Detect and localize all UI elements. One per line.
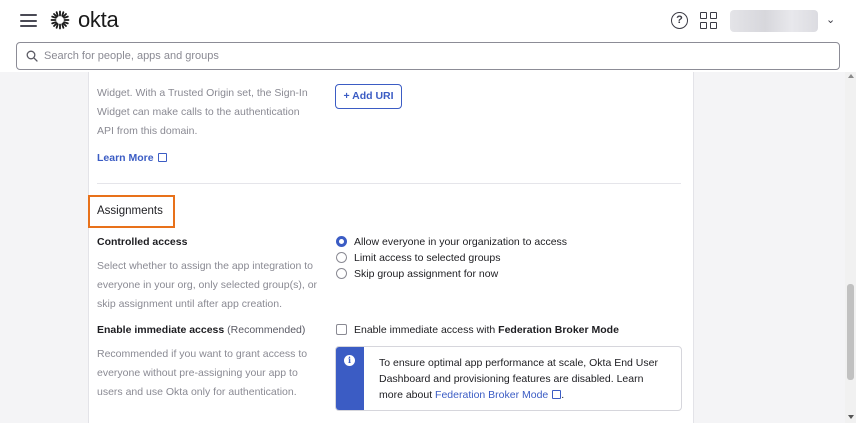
callout-message: To ensure optimal app performance at sca…: [379, 355, 669, 403]
section-divider: [97, 183, 681, 184]
immediate-access-label: Enable immediate access (Recommended): [97, 324, 305, 336]
callout-accent-bar: i: [336, 347, 364, 410]
recommended-tag: (Recommended): [227, 324, 306, 336]
scroll-down-arrow-icon[interactable]: [848, 415, 854, 419]
search-bar: [16, 42, 840, 70]
search-icon: [26, 50, 38, 62]
immediate-access-description: Recommended if you want to grant access …: [97, 348, 308, 398]
scroll-up-arrow-icon[interactable]: [848, 74, 854, 78]
federation-broker-mode-link[interactable]: Federation Broker Mode: [435, 389, 548, 401]
search-input[interactable]: [44, 46, 824, 66]
top-bar: okta ? ⌄: [0, 0, 856, 40]
apps-grid-icon[interactable]: [700, 12, 717, 29]
info-callout: i To ensure optimal app performance at s…: [335, 346, 682, 411]
okta-sunburst-icon: [50, 10, 70, 30]
assignments-heading: Assignments: [97, 205, 163, 217]
learn-more-link[interactable]: Learn More: [97, 148, 167, 166]
learn-more-label[interactable]: Learn More: [97, 152, 154, 164]
radio-allow-everyone[interactable]: [336, 236, 347, 247]
controlled-access-description: Select whether to assign the app integra…: [97, 260, 318, 310]
external-link-icon: [552, 390, 562, 399]
controlled-access-label: Controlled access: [97, 236, 188, 248]
immediate-access-checkbox[interactable]: [336, 324, 347, 335]
callout-text-end: .: [561, 389, 565, 401]
vertical-scrollbar[interactable]: [845, 72, 856, 423]
help-icon[interactable]: ?: [671, 12, 688, 29]
radio-skip-assignment-label[interactable]: Skip group assignment for now: [354, 268, 498, 280]
radio-skip-assignment[interactable]: [336, 268, 347, 279]
checkbox-label-bold: Federation Broker Mode: [498, 324, 619, 336]
chevron-down-icon[interactable]: ⌄: [826, 13, 835, 26]
user-menu[interactable]: [730, 10, 818, 32]
external-link-icon: [157, 153, 167, 162]
okta-logo[interactable]: okta: [50, 7, 119, 32]
add-uri-button[interactable]: + Add URI: [335, 84, 402, 109]
hamburger-menu-icon[interactable]: [20, 14, 37, 27]
radio-allow-everyone-label[interactable]: Allow everyone in your organization to a…: [354, 236, 567, 248]
immediate-access-checkbox-label[interactable]: Enable immediate access with Federation …: [354, 324, 619, 336]
info-icon: i: [344, 355, 355, 366]
radio-limit-groups-label[interactable]: Limit access to selected groups: [354, 252, 501, 264]
radio-limit-groups[interactable]: [336, 252, 347, 263]
scrollbar-thumb[interactable]: [847, 284, 854, 380]
brand-name: okta: [78, 7, 119, 32]
checkbox-label-prefix: Enable immediate access with: [354, 324, 499, 336]
trusted-origin-description: Widget. With a Trusted Origin set, the S…: [97, 87, 308, 137]
immediate-access-label-text: Enable immediate access: [97, 324, 225, 336]
